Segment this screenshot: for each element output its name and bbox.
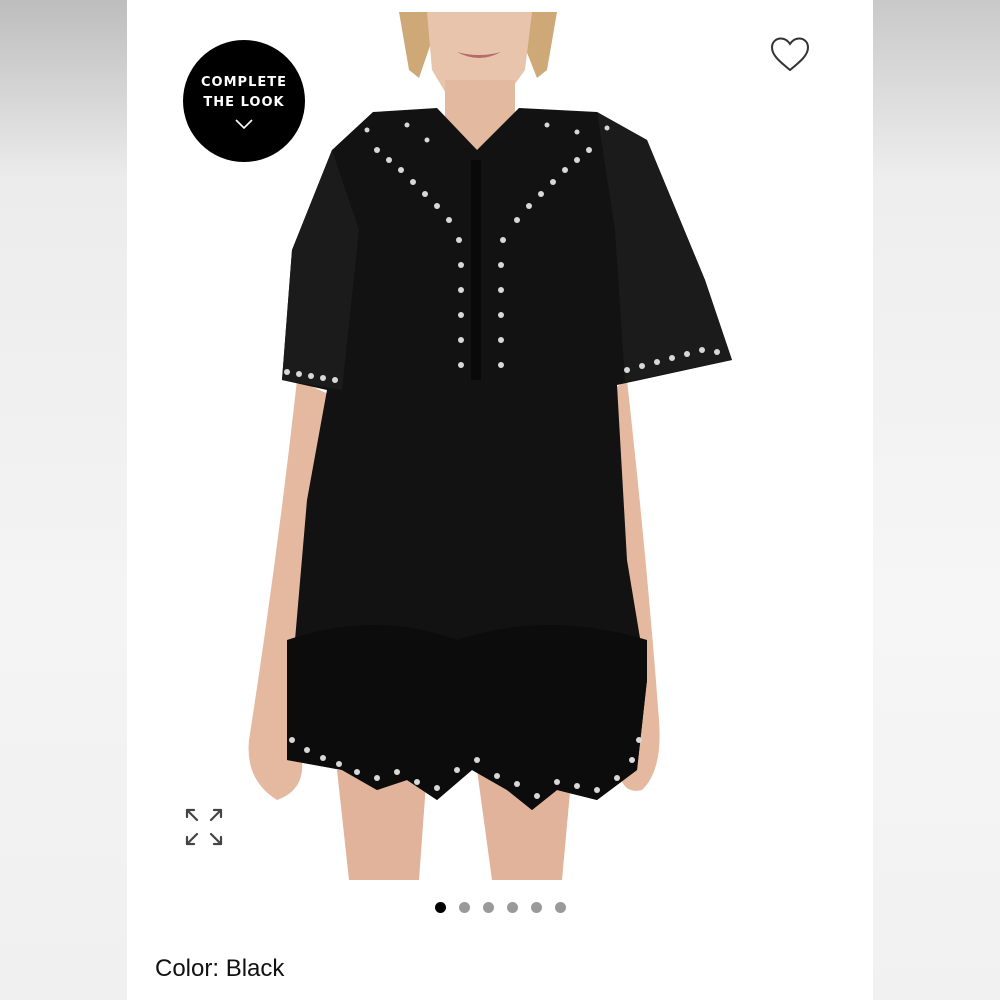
- backdrop-left: [0, 0, 127, 1000]
- carousel-dot[interactable]: [554, 902, 566, 913]
- complete-the-look-button[interactable]: COMPLETE THE LOOK: [183, 40, 305, 162]
- carousel-dot[interactable]: [434, 902, 446, 913]
- carousel-pagination: [127, 902, 873, 913]
- carousel-dot[interactable]: [482, 902, 494, 913]
- heart-icon[interactable]: [769, 36, 811, 74]
- complete-the-look-line1: COMPLETE: [201, 75, 287, 90]
- color-value: Black: [225, 955, 285, 982]
- carousel-dot[interactable]: [506, 902, 518, 913]
- product-panel: COMPLETE THE LOOK Color: Black: [127, 0, 873, 1000]
- carousel-dot[interactable]: [458, 902, 470, 913]
- complete-the-look-line2: THE LOOK: [203, 95, 285, 110]
- chevron-down-icon: [235, 119, 253, 129]
- color-selection: Color: Black: [155, 955, 284, 983]
- color-label: Color:: [155, 955, 220, 982]
- carousel-dot[interactable]: [530, 902, 542, 913]
- expand-icon[interactable]: [183, 806, 225, 848]
- backdrop-right: [873, 0, 1000, 1000]
